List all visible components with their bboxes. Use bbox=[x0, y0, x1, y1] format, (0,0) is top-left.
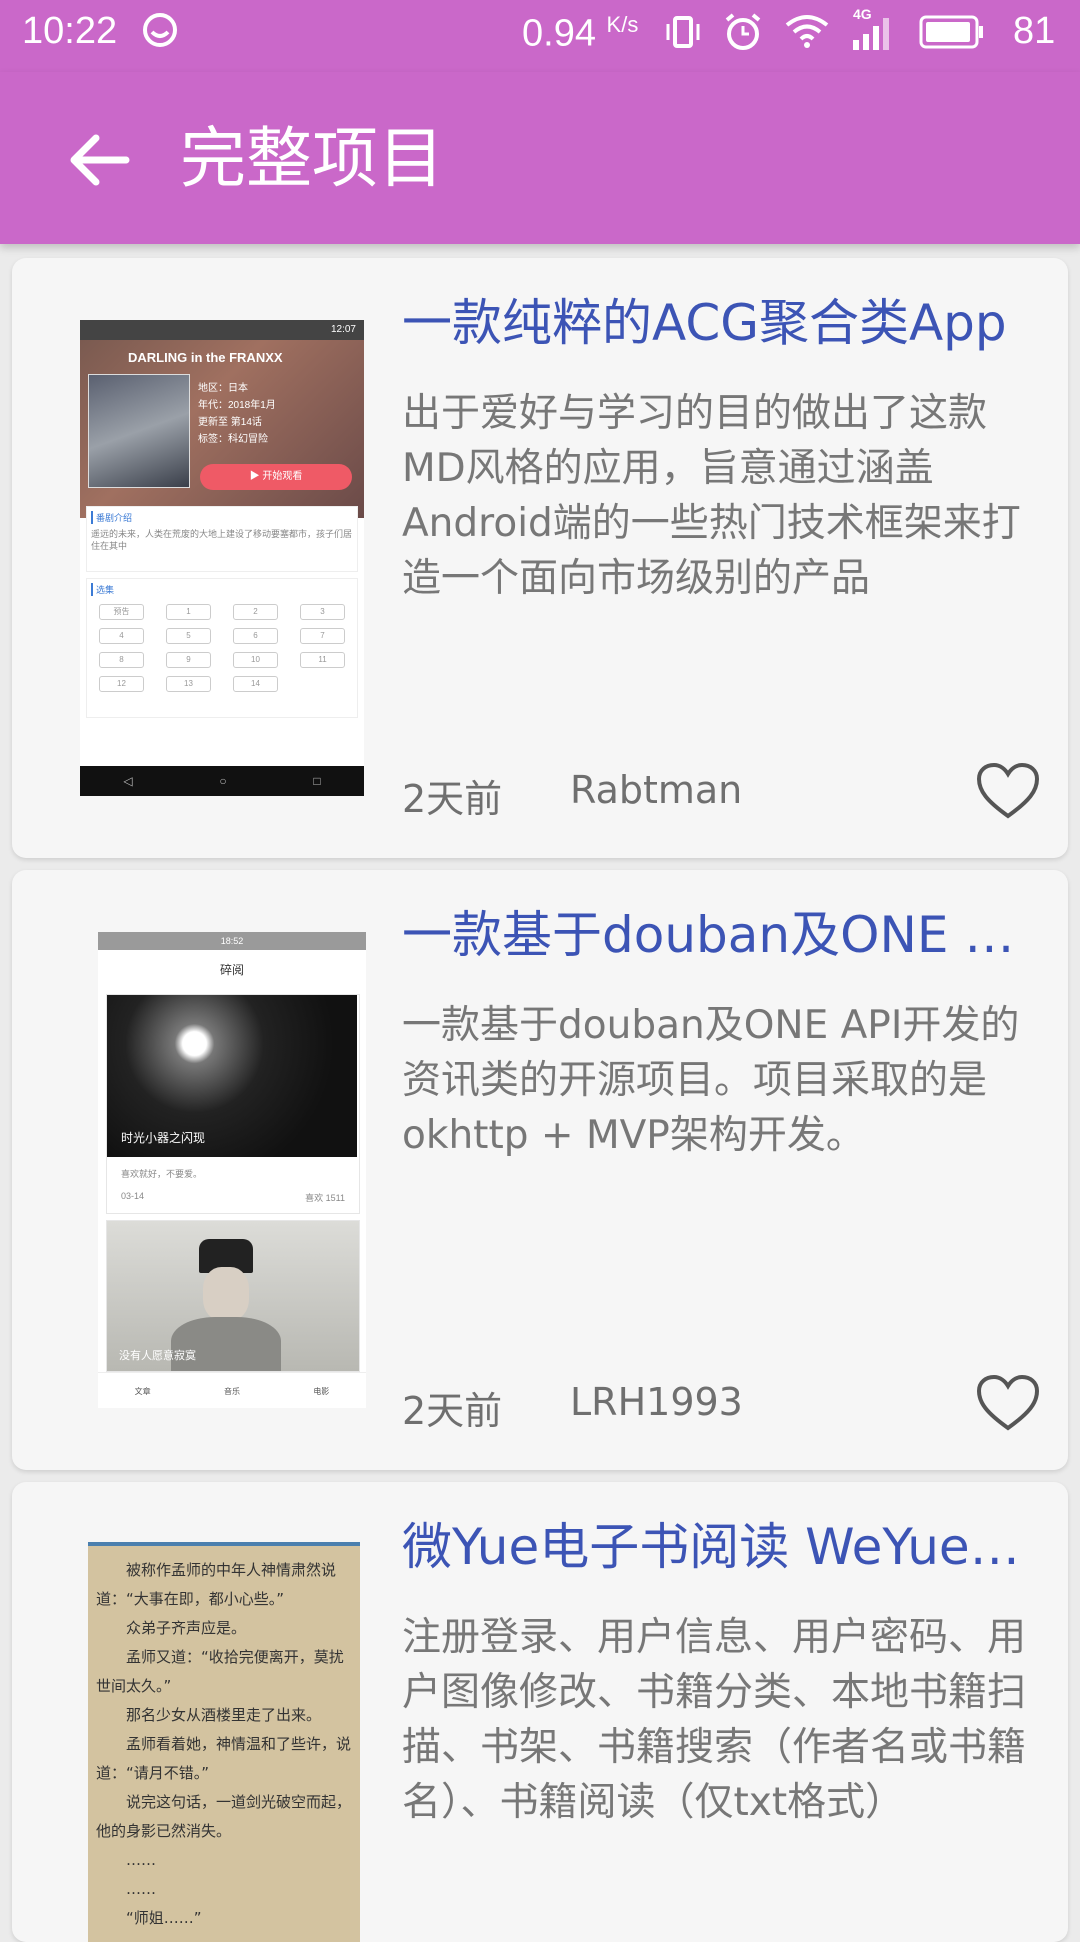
book-line: 那名少女从酒楼里走了出来。 bbox=[126, 1706, 322, 1724]
project-card[interactable]: 12:07 DARLING in the FRANXX 地区：日本 年代：201… bbox=[12, 258, 1068, 858]
thumb-status-time: 12:07 bbox=[80, 320, 364, 340]
project-time: 2天前 bbox=[402, 777, 503, 821]
episode-chip: 10 bbox=[233, 652, 278, 668]
project-description: 出于爱好与学习的目的做出了这款MD风格的应用，旨意通过涵盖Android端的一些… bbox=[402, 391, 1021, 601]
news-card: 时光小器之闪现 喜欢就好，不要爱。 03-14 喜欢 1511 bbox=[106, 994, 360, 1214]
book-text: 被称作孟师的中年人神情肃然说道：“大事在即，都小心些。” 众弟子齐声应是。孟师又道… bbox=[96, 1556, 352, 1933]
project-title: 一款基于douban及ONE API开发的资讯类的开源项目 bbox=[402, 906, 1042, 964]
project-card[interactable]: 被称作孟师的中年人神情肃然说道：“大事在即，都小心些。” 众弟子齐声应是。孟师又道… bbox=[12, 1482, 1068, 1942]
episode-chip: 9 bbox=[166, 652, 211, 668]
anime-title: DARLING in the FRANXX bbox=[128, 350, 283, 365]
episode-chip: 1 bbox=[166, 604, 211, 620]
project-description: 注册登录、用户信息、用户密码、用户图像修改、书籍分类、本地书籍扫描、书架、书籍搜… bbox=[402, 1615, 1027, 1825]
project-title: 微Yue电子书阅读 WeYueReader bbox=[402, 1518, 1042, 1576]
episode-chip: 11 bbox=[300, 652, 345, 668]
news-card: 没有人愿意寂寞 bbox=[106, 1220, 360, 1372]
episode-chip: 4 bbox=[99, 628, 144, 644]
face-shape bbox=[203, 1267, 249, 1321]
book-line: …… bbox=[126, 1880, 156, 1898]
battery-level: 81 bbox=[1013, 10, 1056, 52]
episode-chip: 6 bbox=[233, 628, 278, 644]
nav-back-icon: ◁ bbox=[123, 774, 133, 788]
status-time: 10:22 bbox=[22, 10, 118, 52]
status-icons: 4G bbox=[665, 6, 985, 54]
book-line: …… bbox=[126, 1851, 156, 1869]
nav-home-icon: ○ bbox=[219, 774, 227, 788]
project-thumbnail: 18:52 碎阅 时光小器之闪现 喜欢就好，不要爱。 03-14 喜欢 1511… bbox=[98, 932, 366, 1408]
episodes-section: 选集 预告 1 2 3 4 5 6 7 8 9 10 11 12 13 14 bbox=[86, 578, 358, 718]
episode-chip: 2 bbox=[233, 604, 278, 620]
book-line: 众弟子齐声应是。 bbox=[126, 1619, 247, 1637]
status-bar: 10:22 0.94 K/s 4G 81 bbox=[0, 0, 1080, 72]
nav-bar: ◁ ○ □ bbox=[80, 766, 364, 796]
episode-grid: 预告 1 2 3 4 5 6 7 8 9 10 11 12 13 14 bbox=[91, 604, 353, 692]
project-thumbnail: 被称作孟师的中年人神情肃然说道：“大事在即，都小心些。” 众弟子齐声应是。孟师又道… bbox=[88, 1542, 360, 1942]
thumb-top-bar bbox=[88, 1542, 360, 1546]
book-line: 孟师又道：“收拾完便离开，莫扰世间太久。” bbox=[96, 1648, 344, 1695]
wifi-icon bbox=[785, 15, 829, 48]
project-thumbnail: 12:07 DARLING in the FRANXX 地区：日本 年代：201… bbox=[80, 320, 364, 796]
book-line: 被称作孟师的中年人神情肃然说道：“大事在即，都小心些。” bbox=[96, 1561, 337, 1608]
network-speed: 0.94 K/s bbox=[522, 12, 639, 55]
arrow-left-icon[interactable] bbox=[60, 120, 140, 200]
book-line: 孟师看着她，神情温和了些许，说道：“请月不错。” bbox=[96, 1735, 352, 1782]
nav-recent-icon: □ bbox=[313, 774, 321, 788]
intro-section: 番剧介绍 遥远的未来，人类在荒废的大地上建设了移动要塞都市，孩子们居住在其中 bbox=[86, 506, 358, 572]
alarm-icon bbox=[725, 13, 761, 50]
project-time: 2天前 bbox=[402, 1389, 503, 1433]
book-line: 说完这句话，一道剑光破空而起，他的身影已然消失。 bbox=[96, 1793, 352, 1840]
app-bar: 完整项目 bbox=[0, 72, 1080, 244]
heart-icon[interactable] bbox=[975, 761, 1041, 821]
anime-poster bbox=[88, 374, 190, 488]
thumb-nav: 文章 音乐 电影 bbox=[98, 1372, 366, 1408]
project-description: 一款基于douban及ONE API开发的资讯类的开源项目。项目采取的是okht… bbox=[402, 1003, 1020, 1158]
episode-chip: 12 bbox=[99, 676, 144, 692]
episode-chip: 7 bbox=[300, 628, 345, 644]
face-icon bbox=[143, 13, 177, 47]
body-shape bbox=[171, 1317, 281, 1371]
episode-chip: 5 bbox=[166, 628, 211, 644]
episode-chip: 13 bbox=[166, 676, 211, 692]
episode-chip: 8 bbox=[99, 652, 144, 668]
heart-icon[interactable] bbox=[975, 1373, 1041, 1433]
project-title: 一款纯粹的ACG聚合类App bbox=[402, 294, 1007, 352]
episode-chip: 3 bbox=[300, 604, 345, 620]
book-line: “师姐……” bbox=[126, 1909, 202, 1927]
thumb-status-time: 18:52 bbox=[98, 932, 366, 950]
thumb-header: 碎阅 bbox=[98, 950, 366, 990]
vibrate-icon bbox=[666, 16, 700, 48]
signal-icon: 4G bbox=[851, 6, 897, 52]
episode-chip: 14 bbox=[233, 676, 278, 692]
project-card[interactable]: 18:52 碎阅 时光小器之闪现 喜欢就好，不要爱。 03-14 喜欢 1511… bbox=[12, 870, 1068, 1470]
play-button: ▶ 开始观看 bbox=[200, 464, 352, 490]
page-title: 完整项目 bbox=[180, 120, 444, 197]
battery-icon bbox=[919, 15, 983, 49]
project-author: LRH1993 bbox=[570, 1380, 743, 1424]
episode-chip: 预告 bbox=[99, 604, 144, 620]
anime-info: 地区：日本 年代：2018年1月 更新至 第14话 标签：科幻冒险 bbox=[198, 383, 276, 445]
project-author: Rabtman bbox=[570, 768, 743, 812]
